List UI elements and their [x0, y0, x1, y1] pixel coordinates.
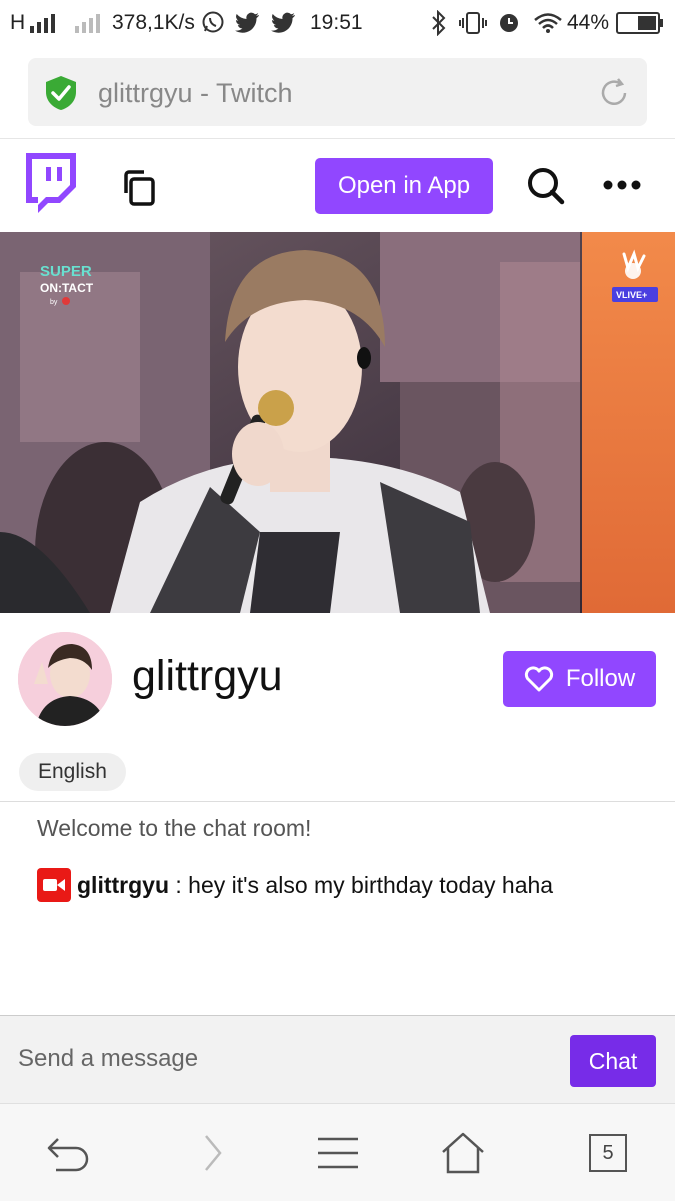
search-icon[interactable]: [526, 166, 566, 206]
chat-text: hey it's also my birthday today haha: [188, 871, 554, 898]
twitter-icon-2: [271, 12, 295, 33]
overlay-logo-by: by: [50, 299, 58, 306]
wifi-icon: [534, 13, 562, 33]
chat-separator: :: [169, 871, 189, 898]
video-player[interactable]: SUPER ON:TACT by VLIVE+: [0, 232, 675, 613]
overlay-logo-super: SUPER: [40, 263, 92, 280]
url-text: glittrgyu - Twitch: [98, 78, 293, 108]
reload-icon[interactable]: [598, 77, 630, 109]
follow-button[interactable]: Follow: [503, 651, 656, 707]
forward-button[interactable]: [183, 1128, 239, 1178]
overlay-vlive-label: VLIVE+: [616, 290, 647, 300]
tabs-button[interactable]: 5: [580, 1128, 636, 1178]
open-in-app-button[interactable]: Open in App: [315, 158, 493, 214]
forward-icon: [205, 1135, 222, 1171]
avatar-image: [18, 632, 112, 726]
whatsapp-icon: [202, 11, 224, 33]
chat-welcome-message: Welcome to the chat room!: [37, 815, 312, 841]
overlay-logo-ontact: ON:TACT: [40, 281, 94, 295]
language-tag[interactable]: English: [19, 753, 126, 791]
back-button[interactable]: [40, 1128, 96, 1178]
battery-percent: 44%: [567, 11, 610, 34]
chat-send-button[interactable]: Chat: [570, 1035, 656, 1087]
menu-button[interactable]: [310, 1128, 366, 1178]
twitch-logo-icon[interactable]: [22, 153, 76, 215]
secure-shield-icon: [46, 76, 76, 110]
battery-icon: [616, 12, 663, 34]
broadcaster-badge-icon: [37, 868, 71, 902]
tabs-icon: 5: [589, 1134, 627, 1172]
alarm-icon: [500, 14, 518, 32]
network-type: H: [10, 11, 26, 34]
twitch-header: Open in App: [0, 138, 675, 233]
address-bar[interactable]: glittrgyu - Twitch: [28, 58, 647, 126]
heart-icon: [524, 666, 553, 692]
status-bar: H 378,1K/s 19:51 44%: [0, 0, 675, 46]
browser-bottom-nav: 5: [0, 1103, 675, 1201]
twitter-icon: [235, 12, 259, 33]
bluetooth-icon: [432, 10, 446, 36]
home-icon: [442, 1132, 484, 1174]
tabs-count: 5: [602, 1141, 614, 1164]
home-button[interactable]: [435, 1128, 491, 1178]
signal-weak-icon: [75, 14, 100, 33]
clock: 19:51: [310, 11, 363, 34]
follow-label: Follow: [565, 665, 636, 692]
message-input[interactable]: [18, 1030, 548, 1088]
chat-message: glittrgyu : hey it's also my birthday to…: [37, 868, 553, 902]
video-frame: SUPER ON:TACT by VLIVE+: [0, 232, 675, 613]
menu-icon: [318, 1137, 358, 1169]
chat-composer: Chat: [0, 1015, 675, 1104]
avatar[interactable]: [18, 632, 112, 726]
divider: [0, 801, 675, 802]
more-icon[interactable]: [602, 178, 642, 192]
vibrate-icon: [459, 12, 487, 34]
chat-username[interactable]: glittrgyu: [77, 872, 169, 899]
network-speed: 378,1K/s: [112, 11, 195, 34]
back-icon: [47, 1138, 89, 1172]
copy-icon[interactable]: [122, 169, 158, 207]
signal-icon: [30, 14, 55, 33]
channel-name: glittrgyu: [132, 652, 283, 700]
